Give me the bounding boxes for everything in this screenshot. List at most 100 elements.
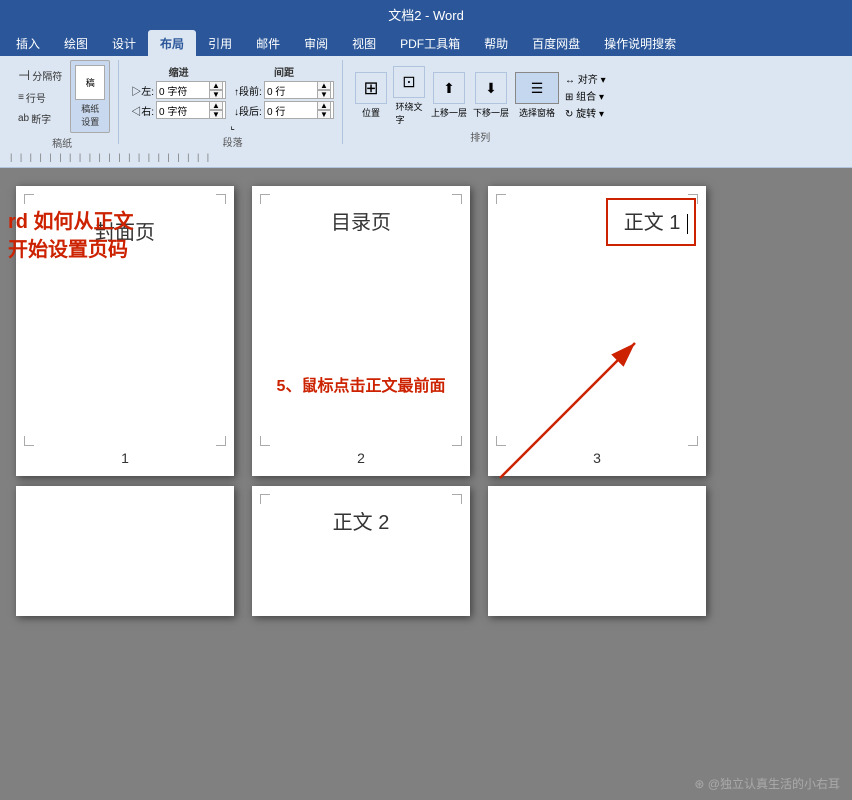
left-annotation: rd 如何从正文 开始设置页码 — [8, 208, 134, 264]
tab-references[interactable]: 引用 — [196, 30, 244, 56]
wrap-button[interactable]: ⊡ — [393, 66, 425, 98]
group-drafting: ⊣ 分隔符 ≡ 行号 ab 断字 稿 稿纸设置 稿纸 — [6, 60, 119, 144]
rotate-row: ↻ 旋转 ▾ — [565, 105, 604, 120]
tab-draw[interactable]: 绘图 — [52, 30, 100, 56]
spacing-before-icon: ↑段前: — [234, 83, 262, 98]
corner-br-2 — [452, 436, 462, 446]
line-number-icon: ≡ — [18, 92, 24, 103]
indent-left-field[interactable]: 0 字符 ▲ ▼ — [156, 81, 226, 99]
hyphenation-icon: ab — [18, 113, 29, 124]
hyphenation-button[interactable]: ab 断字 — [14, 109, 55, 128]
indent-left-up[interactable]: ▲ — [209, 81, 223, 90]
indent-left-down[interactable]: ▼ — [209, 90, 223, 99]
position-button[interactable]: ⊞ — [355, 72, 387, 104]
main-area: rd 如何从正文 开始设置页码 封面页 1 目录页 5、鼠 — [0, 168, 852, 800]
spacing-before-arrows[interactable]: ▲ ▼ — [317, 81, 331, 99]
page-5[interactable]: 正文 2 — [252, 486, 470, 616]
page-6-partial[interactable] — [488, 486, 706, 616]
tab-view[interactable]: 视图 — [340, 30, 388, 56]
page-2-text: 目录页 — [331, 212, 391, 234]
drafting-paper-label: 稿纸设置 — [81, 102, 99, 128]
pages-row-2: 正文 2 — [0, 476, 852, 616]
align-row: ↔ 对齐 ▾ — [565, 71, 606, 86]
tab-layout[interactable]: 布局 — [148, 30, 196, 56]
spacing-after-up[interactable]: ▲ — [317, 101, 331, 110]
wrap-btn-container: ⊡ 环绕文字 — [393, 66, 425, 126]
paragraph-expand-icon[interactable]: ⌞ — [230, 121, 235, 132]
tab-baidu[interactable]: 百度网盘 — [520, 30, 592, 56]
align-label: ↔ 对齐 ▾ — [565, 71, 606, 86]
wrap-label: 环绕文字 — [395, 100, 422, 126]
corner-tl-2 — [260, 194, 270, 204]
send-back-button[interactable]: ⬇ — [475, 72, 507, 104]
spacing-after-arrows[interactable]: ▲ ▼ — [317, 101, 331, 119]
page-3[interactable]: 正文 1 3 — [488, 186, 706, 476]
page-1-number: 1 — [16, 450, 234, 466]
spacing-before-down[interactable]: ▼ — [317, 90, 331, 99]
tab-review[interactable]: 审阅 — [292, 30, 340, 56]
indent-spacing-container: 缩进 ▷左: 0 字符 ▲ ▼ ◁右: — [131, 64, 334, 119]
selection-pane-btn-container: ☰ 选择窗格 — [515, 72, 559, 119]
page-2-number: 2 — [252, 450, 470, 466]
indent-right-field[interactable]: 0 字符 ▲ ▼ — [156, 101, 226, 119]
spacing-before-field[interactable]: 0 行 ▲ ▼ — [264, 81, 334, 99]
position-btn-container: ⊞ 位置 — [355, 72, 387, 119]
drafting-paper-preview: 稿 — [75, 65, 105, 100]
separator-button[interactable]: ⊣ 分隔符 — [14, 65, 66, 86]
group-arrange-label: 排列 — [470, 127, 490, 144]
selection-pane-button[interactable]: ☰ — [515, 72, 559, 104]
separator-label: 分隔符 — [32, 68, 62, 83]
group-row: ⊞ 组合 ▾ — [565, 88, 604, 103]
brand-text: ⊛ @独立认真生活的小右耳 — [694, 775, 840, 792]
indent-left-row: ▷左: 0 字符 ▲ ▼ — [131, 81, 226, 99]
corner-bl-1 — [24, 436, 34, 446]
tab-insert[interactable]: 插入 — [4, 30, 52, 56]
spacing-before-up[interactable]: ▲ — [317, 81, 331, 90]
annotation-line2: 开始设置页码 — [8, 236, 134, 264]
line-number-label: 行号 — [26, 90, 46, 105]
rotate-label: ↻ 旋转 ▾ — [565, 105, 604, 120]
page-2[interactable]: 目录页 5、鼠标点击正文最前面 2 — [252, 186, 470, 476]
corner-tr-5 — [452, 494, 462, 504]
indent-column: 缩进 ▷左: 0 字符 ▲ ▼ ◁右: — [131, 64, 226, 119]
ribbon-tabs: 插入 绘图 设计 布局 引用 邮件 审阅 视图 PDF工具箱 帮助 百度网盘 操… — [0, 28, 852, 56]
hyphenation-label: 断字 — [31, 111, 51, 126]
tab-help[interactable]: 帮助 — [472, 30, 520, 56]
page-4-partial[interactable] — [16, 486, 234, 616]
tab-mailings[interactable]: 邮件 — [244, 30, 292, 56]
spacing-after-field[interactable]: 0 行 ▲ ▼ — [264, 101, 334, 119]
tab-design[interactable]: 设计 — [100, 30, 148, 56]
corner-br-1 — [216, 436, 226, 446]
indent-right-icon: ◁右: — [131, 103, 154, 118]
annotation-line1: rd 如何从正文 — [8, 208, 134, 236]
send-back-label: 下移一层 — [473, 106, 509, 119]
corner-bl-2 — [260, 436, 270, 446]
spacing-header: 间距 — [234, 64, 334, 79]
annotation-arrow-text: 5、鼠标点击正文最前面 — [262, 372, 460, 396]
corner-tl-1 — [24, 194, 34, 204]
spacing-before-row: ↑段前: 0 行 ▲ ▼ — [234, 81, 334, 99]
indent-header: 缩进 — [131, 64, 226, 79]
indent-left-icon: ▷左: — [131, 83, 154, 98]
bring-forward-btn-container: ⬆ 上移一层 — [431, 72, 467, 119]
group-arrange: ⊞ 位置 ⊡ 环绕文字 ⬆ 上移一层 ⬇ 下移一层 ☰ 选择窗格 ↔ 对齐 ▾ — [347, 60, 614, 144]
indent-right-up[interactable]: ▲ — [209, 101, 223, 110]
spacing-after-down[interactable]: ▼ — [317, 110, 331, 119]
indent-right-down[interactable]: ▼ — [209, 110, 223, 119]
indent-left-value: 0 字符 — [159, 83, 187, 98]
indent-right-arrows[interactable]: ▲ ▼ — [209, 101, 223, 119]
red-highlight-box — [606, 198, 696, 246]
page-3-number: 3 — [488, 450, 706, 466]
line-number-button[interactable]: ≡ 行号 — [14, 88, 50, 107]
tab-search[interactable]: 操作说明搜索 — [592, 30, 688, 56]
bring-forward-button[interactable]: ⬆ — [433, 72, 465, 104]
group-drafting-label: 稿纸 — [52, 133, 72, 150]
indent-left-arrows[interactable]: ▲ ▼ — [209, 81, 223, 99]
position-label: 位置 — [362, 106, 380, 119]
title-text: 文档2 - Word — [388, 5, 464, 24]
tab-pdf[interactable]: PDF工具箱 — [388, 30, 472, 56]
corner-tr-2 — [452, 194, 462, 204]
spacing-before-value: 0 行 — [267, 83, 285, 98]
paragraph-expand[interactable]: ⌞ — [230, 121, 235, 132]
title-bar: 文档2 - Word — [0, 0, 852, 28]
